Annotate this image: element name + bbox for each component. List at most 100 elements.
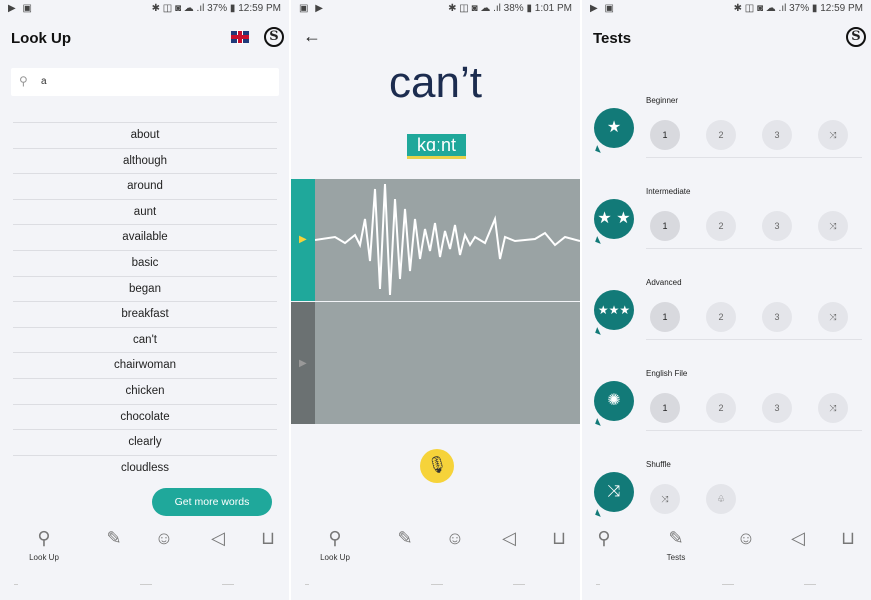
nav-tests[interactable]: ✎	[383, 528, 427, 550]
microphone-icon[interactable]: 🎙	[420, 449, 454, 483]
list-item[interactable]: around	[13, 173, 277, 199]
list-item[interactable]: chicken	[13, 377, 277, 404]
level-name: English File	[646, 369, 688, 378]
nav-lookup[interactable]: ⚲ Look Up	[313, 528, 357, 562]
test-button-1[interactable]: 1	[650, 302, 680, 332]
app-logo-icon[interactable]: S	[846, 27, 866, 47]
recording-waveform[interactable]: ▶	[291, 302, 580, 424]
search-input[interactable]: ⚲ a	[11, 68, 279, 96]
bottom-nav: ⚲ Look Up ✎ ☺ ◁ ⊔	[0, 518, 289, 600]
level-name: Advanced	[646, 278, 682, 287]
nav-tests-label: Tests	[666, 553, 686, 562]
test-button-2[interactable]: 2	[706, 211, 736, 241]
status-bar: ▶ ▣ ✱ ◫ ◙ ☁ .ıl 37% ▮ 12:59 PM	[0, 0, 289, 18]
cart-icon: ⊔	[260, 528, 276, 548]
pronunciation-icon: ☺	[154, 528, 174, 548]
test-button-3[interactable]: 3	[762, 211, 792, 241]
list-item[interactable]: can't	[13, 326, 277, 353]
word-list: about although around aunt available bas…	[13, 122, 277, 480]
test-button-1[interactable]: 1	[650, 393, 680, 423]
lookup-screen: ▶ ▣ ✱ ◫ ◙ ☁ .ıl 37% ▮ 12:59 PM Look Up S…	[0, 0, 289, 600]
test-button-3[interactable]: 3	[762, 393, 792, 423]
play-icon[interactable]: ▶	[299, 358, 307, 369]
list-item[interactable]: began	[13, 275, 277, 302]
pronunciation-icon: ☺	[445, 528, 465, 548]
waveform-graphic	[315, 183, 580, 296]
shuffle-icon[interactable]: ⤨	[818, 302, 848, 332]
search-icon: ⚲	[328, 528, 342, 548]
word-screen: ▣ ▶ ✱ ◫ ◙ ☁ .ıl 38% ▮ 1:01 PM ← can’t kɑ…	[291, 0, 580, 600]
shuffle-test-button[interactable]: ⤨	[650, 484, 680, 514]
nav-lookup[interactable]: ⚲	[582, 528, 626, 550]
search-icon: ⚲	[597, 528, 611, 548]
search-icon: ⚲	[19, 74, 28, 88]
star-icon: ★	[594, 108, 634, 148]
list-item[interactable]: aunt	[13, 198, 277, 225]
list-item[interactable]: chairwoman	[13, 352, 277, 378]
nav-tests[interactable]: ✎	[92, 528, 136, 550]
search-value: a	[41, 76, 47, 87]
status-bar: ▶ ▣ ✱ ◫ ◙ ☁ .ıl 37% ▮ 12:59 PM	[582, 0, 871, 18]
nav-pronounce[interactable]: ☺	[724, 528, 768, 550]
bottom-nav: ⚲ ✎ Tests ☺ ◁ ⊔	[582, 518, 871, 600]
list-item[interactable]: cloudless	[13, 454, 277, 481]
test-button-2[interactable]: 2	[706, 302, 736, 332]
list-item[interactable]: about	[13, 122, 277, 148]
list-item[interactable]: although	[13, 147, 277, 174]
nav-tests[interactable]: ✎ Tests	[654, 528, 698, 562]
status-bar: ▣ ▶ ✱ ◫ ◙ ☁ .ıl 38% ▮ 1:01 PM	[291, 0, 580, 18]
level-english-file: ✺ English File 1 2 3 ⤨	[594, 369, 862, 431]
system-nav-bar	[0, 584, 289, 586]
cart-icon: ⊔	[840, 528, 856, 548]
nav-pronounce[interactable]: ☺	[142, 528, 186, 550]
list-item[interactable]: clearly	[13, 429, 277, 455]
pronunciation-icon: ☺	[736, 528, 756, 548]
nav-cart[interactable]: ⊔	[537, 528, 580, 550]
cart-icon: ⊔	[551, 528, 567, 548]
shuffle-icon[interactable]: ⤨	[818, 120, 848, 150]
tests-screen: ▶ ▣ ✱ ◫ ◙ ☁ .ıl 37% ▮ 12:59 PM Tests S ★…	[582, 0, 871, 600]
nav-cart[interactable]: ⊔	[246, 528, 289, 550]
app-logo-icon[interactable]: S	[264, 27, 284, 47]
shuffle-icon[interactable]: ⤨	[818, 393, 848, 423]
pronunciation-test-button[interactable]: ♧	[706, 484, 736, 514]
play-icon[interactable]: ▶	[299, 234, 307, 245]
list-item[interactable]: chocolate	[13, 403, 277, 430]
status-right: ✱ ◫ ◙ ☁ .ıl 37% ▮ 12:59 PM	[733, 3, 863, 14]
uk-flag-icon[interactable]	[231, 31, 249, 43]
phonetic-badge[interactable]: kɑːnt	[407, 134, 466, 159]
test-button-3[interactable]: 3	[762, 120, 792, 150]
list-item[interactable]: breakfast	[13, 301, 277, 327]
test-button-1[interactable]: 1	[650, 120, 680, 150]
nav-lookup[interactable]: ⚲ Look Up	[22, 528, 66, 562]
list-item[interactable]: basic	[13, 249, 277, 276]
star-icon: ★★★	[594, 290, 634, 330]
level-shuffle: ⤨ Shuffle ⤨ ♧	[594, 460, 862, 520]
status-left: ▶ ▣	[8, 3, 34, 14]
nav-sound[interactable]: ◁	[196, 528, 240, 550]
nav-cart[interactable]: ⊔	[826, 528, 870, 550]
level-beginner: ★ Beginner 1 2 3 ⤨	[594, 96, 862, 158]
test-button-1[interactable]: 1	[650, 211, 680, 241]
status-right: ✱ ◫ ◙ ☁ .ıl 38% ▮ 1:01 PM	[448, 3, 572, 14]
get-more-words-button[interactable]: Get more words	[152, 488, 272, 516]
test-button-2[interactable]: 2	[706, 120, 736, 150]
back-arrow-icon[interactable]: ←	[303, 26, 321, 47]
nav-sound[interactable]: ◁	[487, 528, 531, 550]
list-item[interactable]: available	[13, 224, 277, 250]
native-waveform[interactable]: ▶	[291, 179, 580, 301]
test-button-2[interactable]: 2	[706, 393, 736, 423]
level-name: Shuffle	[646, 460, 671, 469]
nav-sound[interactable]: ◁	[776, 528, 820, 550]
tests-icon: ✎	[106, 528, 122, 548]
nav-pronounce[interactable]: ☺	[433, 528, 477, 550]
nav-lookup-label: Look Up	[29, 553, 59, 562]
test-button-3[interactable]: 3	[762, 302, 792, 332]
tests-icon: ✎	[397, 528, 413, 548]
level-name: Beginner	[646, 96, 679, 105]
sound-icon: ◁	[502, 528, 516, 548]
status-left: ▶ ▣	[590, 3, 616, 14]
shuffle-icon[interactable]: ⤨	[818, 211, 848, 241]
sound-icon: ◁	[211, 528, 225, 548]
system-nav-bar	[291, 584, 580, 586]
